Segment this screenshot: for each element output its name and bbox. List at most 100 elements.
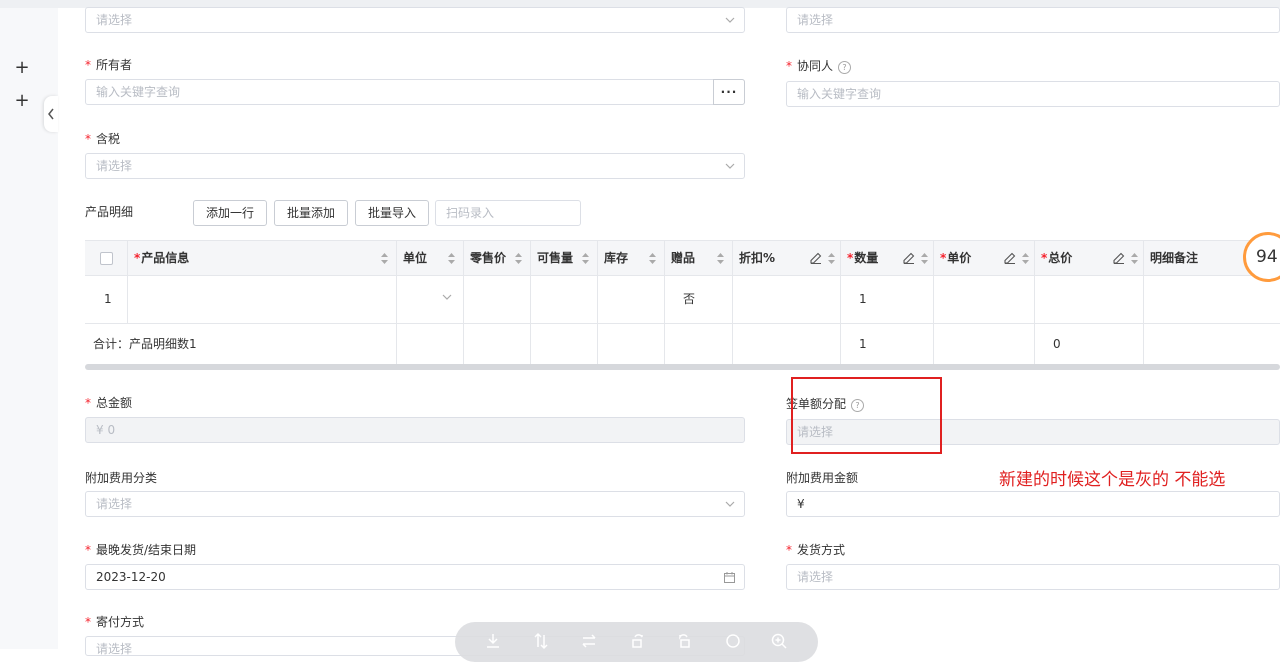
plus-icon[interactable]: + (13, 92, 31, 110)
edit-icon[interactable] (1113, 252, 1125, 264)
summary-cell (733, 324, 841, 364)
owner-input[interactable]: 输入关键字查询 (85, 79, 745, 105)
top-right-select[interactable]: 请选择 (786, 7, 1280, 33)
sort-icon[interactable] (381, 253, 388, 264)
total-price-cell[interactable] (1035, 276, 1144, 323)
reset-icon[interactable] (725, 632, 741, 650)
swap-horizontal-icon[interactable] (581, 632, 597, 650)
quantity-cell[interactable]: 1 (841, 276, 934, 323)
select-all-checkbox[interactable] (100, 252, 113, 265)
scan-input[interactable]: 扫码录入 (435, 200, 581, 226)
product-cell[interactable] (128, 276, 397, 323)
product-table: *产品信息 单位 零售价 可售量 库存 赠品 折扣% *数量 *单价 *总价 明… (85, 240, 1280, 365)
shipping-method-placeholder: 请选择 (797, 570, 834, 584)
owner-label: * 所有者 (85, 58, 133, 72)
sort-vertical-icon[interactable] (533, 632, 549, 650)
row-index: 1 (85, 276, 128, 323)
top-left-select[interactable]: 请选择 (85, 7, 745, 33)
extra-fee-amount-label: 附加费用金额 (786, 471, 859, 485)
summary-total: 0 (1035, 324, 1144, 364)
zoom-in-icon[interactable] (771, 632, 787, 650)
product-detail-label: 产品明细 (85, 205, 134, 219)
summary-cell (531, 324, 598, 364)
column-header-product[interactable]: *产品信息 (128, 241, 397, 275)
floating-toolbar (455, 622, 818, 662)
column-header-discount[interactable]: 折扣% (733, 241, 841, 275)
help-icon[interactable]: ? (838, 61, 852, 74)
latest-ship-date-value: 2023-12-20 (96, 570, 166, 584)
extra-fee-amount-value: ¥ (797, 497, 805, 511)
total-amount-value: ¥ 0 (96, 423, 116, 437)
table-horizontal-scrollbar[interactable] (85, 364, 1280, 370)
sort-icon[interactable] (649, 253, 656, 264)
sort-icon[interactable] (717, 253, 724, 264)
annotation-box (791, 377, 942, 454)
column-header-unit-price[interactable]: *单价 (934, 241, 1035, 275)
download-icon[interactable] (485, 632, 501, 650)
collaborator-placeholder: 输入关键字查询 (797, 87, 882, 101)
summary-cell (934, 324, 1035, 364)
owner-placeholder: 输入关键字查询 (96, 85, 181, 99)
extra-fee-amount-input[interactable]: ¥ (786, 491, 1280, 517)
available-cell (531, 276, 598, 323)
select-placeholder: 请选择 (96, 13, 133, 27)
sort-icon[interactable] (828, 253, 835, 264)
chevron-down-icon (724, 8, 736, 32)
sort-icon[interactable] (1131, 253, 1138, 264)
collaborator-input[interactable]: 输入关键字查询 (786, 81, 1280, 107)
summary-cell (598, 324, 665, 364)
extra-fee-category-select[interactable]: 请选择 (85, 491, 745, 517)
discount-cell[interactable] (733, 276, 841, 323)
shipping-method-label: * 发货方式 (786, 543, 846, 557)
select-all-cell (85, 241, 128, 275)
batch-add-button[interactable]: 批量添加 (274, 200, 348, 226)
summary-row: 合计：产品明细数1 1 0 (85, 324, 1280, 364)
unit-cell[interactable] (397, 276, 464, 323)
owner-more-button[interactable]: ··· (713, 79, 745, 105)
table-header: *产品信息 单位 零售价 可售量 库存 赠品 折扣% *数量 *单价 *总价 明… (85, 241, 1280, 276)
annotation-text: 新建的时候这个是灰的 不能选 (999, 470, 1226, 490)
gift-cell[interactable]: 否 (665, 276, 733, 323)
batch-import-button[interactable]: 批量导入 (355, 200, 429, 226)
plus-icon[interactable]: + (13, 59, 31, 77)
chevron-down-icon (442, 294, 452, 300)
extra-fee-category-label: 附加费用分类 (85, 471, 158, 485)
retail-price-cell (464, 276, 531, 323)
scan-placeholder: 扫码录入 (446, 206, 495, 220)
chevron-down-icon (724, 154, 736, 178)
column-header-available[interactable]: 可售量 (531, 241, 598, 275)
remark-cell[interactable] (1144, 276, 1280, 323)
latest-ship-date-input[interactable]: 2023-12-20 (85, 564, 745, 590)
rotate-left-icon[interactable] (677, 632, 693, 650)
collaborator-label: * 协同人? (786, 57, 852, 74)
column-header-unit[interactable]: 单位 (397, 241, 464, 275)
select-placeholder: 请选择 (797, 13, 834, 27)
sort-icon[interactable] (921, 253, 928, 264)
edit-icon[interactable] (810, 252, 822, 264)
calendar-icon[interactable] (723, 565, 735, 589)
shipping-method-select[interactable]: 请选择 (786, 564, 1280, 590)
collapse-panel-button[interactable] (44, 96, 58, 132)
summary-cell (464, 324, 531, 364)
total-amount-label: * 总金额 (85, 396, 133, 410)
column-header-total-price[interactable]: *总价 (1035, 241, 1144, 275)
summary-quantity: 1 (841, 324, 934, 364)
table-row[interactable]: 1 否 1 (85, 276, 1280, 324)
column-header-gift[interactable]: 赠品 (665, 241, 733, 275)
edit-icon[interactable] (903, 252, 915, 264)
sort-icon[interactable] (582, 253, 589, 264)
payment-method-placeholder: 请选择 (96, 642, 133, 656)
sort-icon[interactable] (448, 253, 455, 264)
column-header-stock[interactable]: 库存 (598, 241, 665, 275)
total-amount-input: ¥ 0 (85, 417, 745, 443)
rotate-right-icon[interactable] (629, 632, 645, 650)
sort-icon[interactable] (515, 253, 522, 264)
sort-icon[interactable] (1022, 253, 1029, 264)
add-row-button[interactable]: 添加一行 (193, 200, 267, 226)
tax-select[interactable]: 请选择 (85, 153, 745, 179)
extra-fee-category-placeholder: 请选择 (96, 497, 133, 511)
unit-price-cell[interactable] (934, 276, 1035, 323)
column-header-quantity[interactable]: *数量 (841, 241, 934, 275)
column-header-retail-price[interactable]: 零售价 (464, 241, 531, 275)
edit-icon[interactable] (1004, 252, 1016, 264)
